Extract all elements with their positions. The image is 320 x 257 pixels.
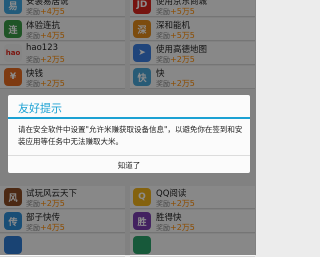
friendly-tip-dialog: 友好提示 请在安全软件中设置"允许米赚获取设备信息"，以避免你在签到和安装应用等…: [8, 95, 250, 173]
got-it-button[interactable]: 知道了: [8, 156, 250, 174]
dialog-title: 友好提示: [18, 102, 62, 115]
dialog-message: 请在安全软件中设置"允许米赚获取设备信息"，以避免你在签到和安装应用等任务中无法…: [18, 125, 243, 146]
app-screen: 易安装易居说 奖励+4万5 JD 使用京东商城 奖励+5万5 连体验连抗 奖励+4万5 深深和…: [0, 0, 256, 257]
dialog-button-bar: 知道了: [8, 155, 250, 174]
dialog-title-divider: [8, 117, 250, 119]
